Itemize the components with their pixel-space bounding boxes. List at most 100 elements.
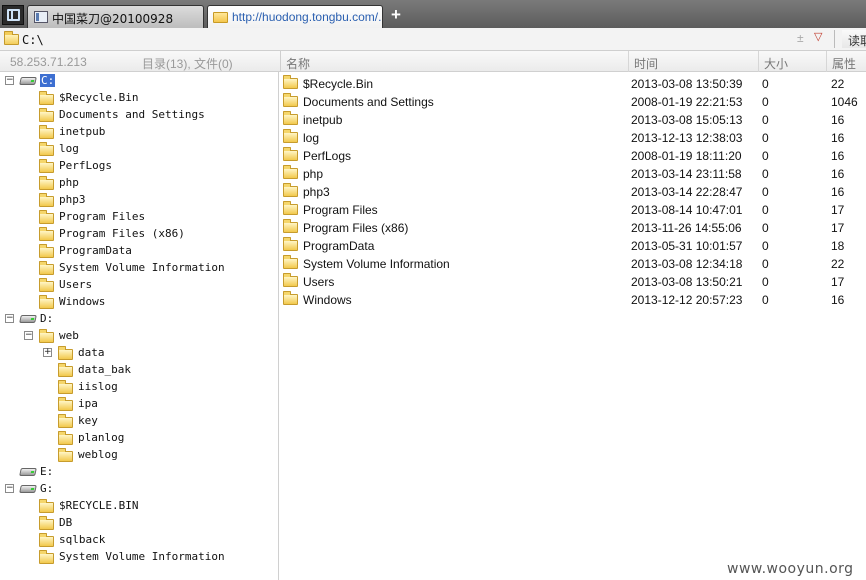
folder-icon — [39, 533, 54, 547]
tree-folder[interactable]: + data — [0, 344, 278, 361]
file-row[interactable]: $Recycle.Bin 2013-03-08 13:50:39 0 22 — [280, 74, 866, 92]
file-row[interactable]: Users 2013-03-08 13:50:21 0 17 — [280, 272, 866, 290]
tree-label: log — [59, 142, 79, 155]
file-time: 2008-01-19 22:21:53 — [631, 95, 743, 109]
file-row[interactable]: Program Files 2013-08-14 10:47:01 0 17 — [280, 200, 866, 218]
file-row[interactable]: Windows 2013-12-12 20:57:23 0 16 — [280, 290, 866, 308]
file-name: System Volume Information — [303, 257, 450, 271]
tree-folder[interactable]: key — [0, 412, 278, 429]
tree-label: $RECYCLE.BIN — [59, 499, 139, 512]
file-attr: 22 — [831, 257, 845, 271]
tree-folder[interactable]: DB — [0, 514, 278, 531]
file-attr: 17 — [831, 221, 845, 235]
path-input[interactable] — [22, 30, 832, 48]
file-size: 0 — [762, 239, 769, 253]
tree-folder[interactable]: php — [0, 174, 278, 191]
tree-label: sqlback — [59, 533, 106, 546]
file-row[interactable]: inetpub 2013-03-08 15:05:13 0 16 — [280, 110, 866, 128]
file-time: 2013-12-12 20:57:23 — [631, 293, 743, 307]
tree-folder[interactable]: System Volume Information — [0, 259, 278, 276]
tab-target-site[interactable]: http://huodong.tongbu.com/... — [207, 5, 383, 28]
tree-folder[interactable]: ProgramData — [0, 242, 278, 259]
tree-folder[interactable]: Program Files — [0, 208, 278, 225]
directory-tree[interactable]: − C: $Recycle.Bin Documents and Settings ine… — [0, 72, 279, 580]
tree-folder[interactable]: Users — [0, 276, 278, 293]
folder-icon — [39, 108, 54, 122]
expand-toggle-icon[interactable]: + — [43, 348, 52, 357]
file-attr: 16 — [831, 167, 845, 181]
tree-folder[interactable]: php3 — [0, 191, 278, 208]
file-row[interactable]: php 2013-03-14 23:11:58 0 16 — [280, 164, 866, 182]
folder-icon — [58, 414, 73, 428]
tree-folder[interactable]: System Volume Information — [0, 548, 278, 565]
read-button[interactable]: 读取 — [842, 30, 866, 48]
column-header-attr[interactable]: 属性 — [826, 51, 866, 72]
directory-stats: 目录(13), 文件(0) — [142, 57, 233, 71]
tree-label: Documents and Settings — [59, 108, 205, 121]
tab-caidao[interactable]: 中国菜刀@20100928 — [27, 5, 204, 28]
tree-drive[interactable]: − G: — [0, 480, 278, 497]
tree-folder[interactable]: inetpub — [0, 123, 278, 140]
column-header-size[interactable]: 大小 — [758, 51, 826, 72]
file-time: 2013-03-14 23:11:58 — [631, 167, 742, 181]
tree-folder[interactable]: weblog — [0, 446, 278, 463]
column-header-name[interactable]: 名称 — [280, 51, 628, 72]
folder-icon — [4, 31, 19, 45]
window-menu-button[interactable] — [2, 5, 24, 25]
expand-toggle-icon[interactable]: − — [5, 484, 14, 493]
file-size: 0 — [762, 203, 769, 217]
tree-folder[interactable]: iislog — [0, 378, 278, 395]
file-size: 0 — [762, 113, 769, 127]
tree-folder[interactable]: log — [0, 140, 278, 157]
new-tab-button[interactable]: + — [388, 6, 404, 24]
tree-folder[interactable]: $RECYCLE.BIN — [0, 497, 278, 514]
file-row[interactable]: ProgramData 2013-05-31 10:01:57 0 18 — [280, 236, 866, 254]
file-row[interactable]: System Volume Information 2013-03-08 12:3… — [280, 254, 866, 272]
file-attr: 16 — [831, 149, 845, 163]
column-header-time[interactable]: 时间 — [628, 51, 758, 72]
expand-toggle-icon[interactable]: − — [5, 314, 14, 323]
expand-toggle-icon[interactable]: − — [5, 76, 14, 85]
tree-label: G: — [40, 482, 54, 495]
folder-icon — [39, 159, 54, 173]
file-name: Windows — [303, 293, 352, 307]
tree-folder[interactable]: PerfLogs — [0, 157, 278, 174]
file-time: 2013-12-13 12:38:03 — [631, 131, 743, 145]
file-size: 0 — [762, 149, 769, 163]
tree-folder[interactable]: − web — [0, 327, 278, 344]
tree-drive[interactable]: E: — [0, 463, 278, 480]
folder-icon — [58, 346, 73, 360]
file-name: log — [303, 131, 320, 145]
chevron-down-icon[interactable]: ▽ — [814, 30, 822, 43]
file-time: 2013-11-26 14:55:06 — [631, 221, 742, 235]
file-attr: 16 — [831, 113, 845, 127]
tree-folder[interactable]: planlog — [0, 429, 278, 446]
file-row[interactable]: Documents and Settings 2008-01-19 22:21:5… — [280, 92, 866, 110]
file-time: 2013-03-08 13:50:21 — [631, 275, 743, 289]
file-time: 2013-03-08 13:50:39 — [631, 77, 743, 91]
tree-label: Windows — [59, 295, 106, 308]
folder-icon — [283, 129, 298, 143]
file-time: 2013-03-08 12:34:18 — [631, 257, 743, 271]
expand-toggle-icon[interactable]: − — [24, 331, 33, 340]
tree-folder[interactable]: sqlback — [0, 531, 278, 548]
file-row[interactable]: php3 2013-03-14 22:28:47 0 16 — [280, 182, 866, 200]
tree-label: weblog — [78, 448, 118, 461]
tree-folder[interactable]: ipa — [0, 395, 278, 412]
tree-folder[interactable]: $Recycle.Bin — [0, 89, 278, 106]
file-row[interactable]: PerfLogs 2008-01-19 18:11:20 0 16 — [280, 146, 866, 164]
plus-minus-icon[interactable]: ± — [797, 31, 804, 45]
tree-drive[interactable]: − D: — [0, 310, 278, 327]
tree-folder[interactable]: data_bak — [0, 361, 278, 378]
folder-icon — [58, 448, 73, 462]
file-list[interactable]: $Recycle.Bin 2013-03-08 13:50:39 0 22 Docume… — [280, 72, 866, 580]
tree-folder[interactable]: Program Files (x86) — [0, 225, 278, 242]
folder-icon — [283, 291, 298, 305]
tree-folder[interactable]: Windows — [0, 293, 278, 310]
file-row[interactable]: Program Files (x86) 2013-11-26 14:55:06 0 1… — [280, 218, 866, 236]
tree-label: System Volume Information — [59, 261, 225, 274]
file-row[interactable]: log 2013-12-13 12:38:03 0 16 — [280, 128, 866, 146]
tree-drive[interactable]: − C: — [0, 72, 278, 89]
tree-folder[interactable]: Documents and Settings — [0, 106, 278, 123]
folder-icon — [39, 193, 54, 207]
